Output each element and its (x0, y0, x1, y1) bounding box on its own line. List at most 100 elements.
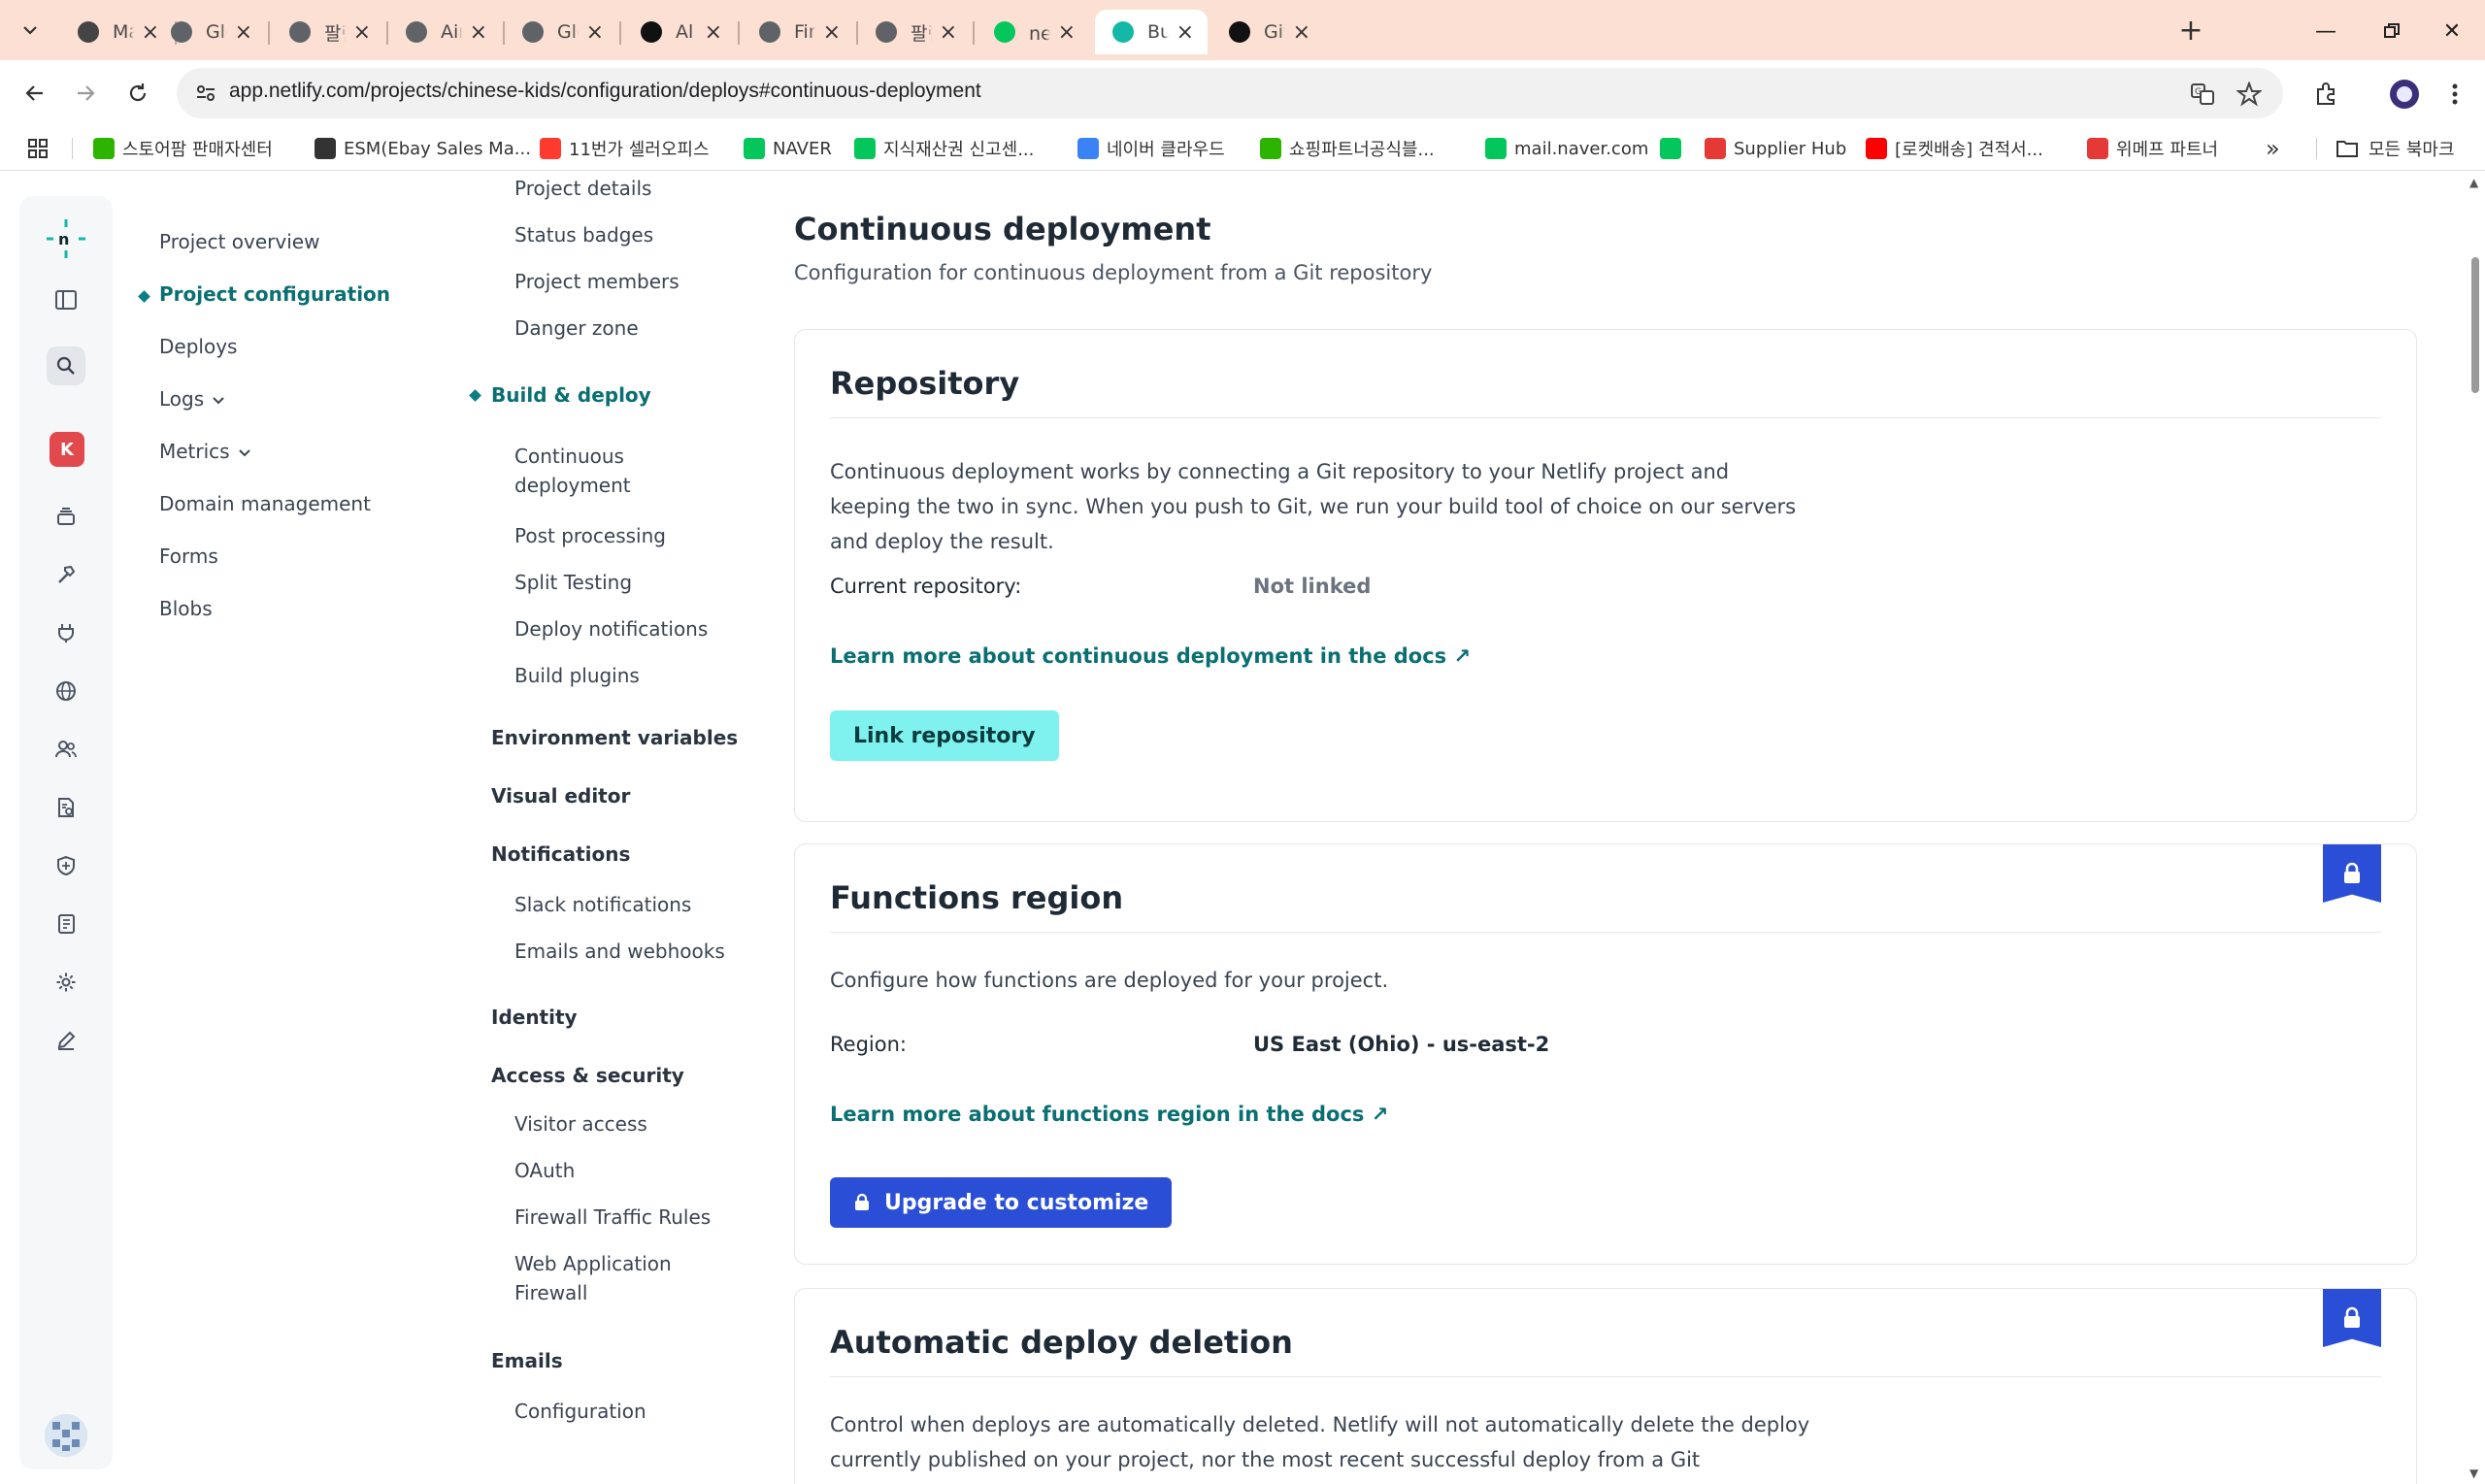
config-nav-item[interactable]: Danger zone (514, 313, 639, 343)
config-nav-section-build-deploy[interactable]: Build & deploy (491, 380, 651, 410)
browser-tab[interactable]: 팔란티어 즉 × (858, 10, 971, 54)
bookmark-item[interactable]: [로켓배송] 견적서... (1866, 134, 2043, 163)
page-scrollbar[interactable]: ▲ ▼ (2466, 172, 2485, 1484)
config-nav-section-emails[interactable]: Emails (491, 1346, 563, 1375)
browser-tab[interactable]: Al Jaddaf D × (623, 10, 736, 54)
netlify-logo-icon[interactable]: n (43, 215, 89, 262)
close-tab-icon[interactable]: × (1176, 20, 1194, 45)
minimize-button[interactable]: — (2306, 12, 2345, 50)
bookmark-item[interactable]: 스토어팜 판매자센터 (93, 134, 273, 163)
builds-hammer-icon[interactable] (47, 555, 85, 594)
config-nav-item[interactable]: Split Testing (514, 568, 632, 597)
all-bookmarks-button[interactable]: 모든 북마크 (2336, 134, 2455, 163)
close-tab-icon[interactable]: × (823, 20, 841, 45)
config-nav-item[interactable]: OAuth (514, 1156, 575, 1185)
bookmark-item[interactable]: Supplier Hub (1705, 134, 1846, 163)
edit-pencil-icon[interactable] (47, 1021, 85, 1060)
browser-tab[interactable]: Finance Da × (742, 10, 854, 54)
nav-item[interactable]: Domain management (159, 492, 371, 515)
config-nav-item[interactable]: Build plugins (514, 661, 640, 690)
settings-gear-icon[interactable] (47, 963, 85, 1002)
scroll-up-arrow-icon[interactable]: ▲ (2469, 176, 2478, 189)
config-nav-item[interactable]: Slack notifications (514, 890, 691, 919)
config-nav-section-access-security[interactable]: Access & security (491, 1061, 684, 1090)
site-info-icon[interactable] (192, 80, 219, 107)
apps-grid-icon[interactable] (27, 134, 49, 163)
scroll-down-arrow-icon[interactable]: ▼ (2469, 1467, 2478, 1480)
nav-item[interactable]: Project configuration (159, 282, 390, 306)
config-nav-item[interactable]: Project details (514, 174, 651, 203)
config-nav-item-continuous-deployment[interactable]: Continuous deployment (514, 442, 679, 500)
bookmark-item[interactable]: mail.naver.com (1485, 134, 1648, 163)
browser-tab[interactable]: GitHub Da × (1211, 10, 1324, 54)
config-nav-item-web-application-firewall[interactable]: Web Application Firewall (514, 1249, 728, 1307)
upgrade-to-customize-button[interactable]: Upgrade to customize (830, 1177, 1173, 1228)
sidebar-toggle-icon[interactable] (47, 280, 85, 319)
config-nav-section-visual-editor[interactable]: Visual editor (491, 781, 630, 810)
extensions-icon[interactable] (2310, 78, 2343, 111)
config-nav-item[interactable]: Emails and webhooks (514, 937, 725, 966)
close-tab-icon[interactable]: × (586, 20, 604, 45)
bookmark-item[interactable] (1660, 134, 1689, 163)
config-nav-section-environment-variables[interactable]: Environment variables (491, 723, 738, 752)
browser-tab[interactable]: netlify : 네 × (977, 10, 1089, 54)
close-tab-icon[interactable]: × (353, 20, 371, 45)
config-nav-item[interactable]: Post processing (514, 521, 666, 550)
config-nav-item[interactable]: Status badges (514, 220, 653, 249)
reload-button[interactable] (116, 72, 159, 115)
nav-item[interactable]: Blobs (159, 597, 213, 620)
nav-item[interactable]: Forms (159, 544, 218, 568)
restore-button[interactable] (2372, 12, 2411, 50)
user-avatar[interactable] (45, 1414, 87, 1457)
close-tab-icon[interactable]: × (470, 20, 487, 45)
integrations-plug-icon[interactable] (47, 613, 85, 652)
members-users-icon[interactable] (47, 730, 85, 769)
close-tab-icon[interactable]: × (705, 20, 722, 45)
team-avatar[interactable]: K (50, 432, 84, 467)
bookmark-item[interactable]: 위메프 파트너 (2087, 134, 2218, 163)
config-nav-item[interactable]: Firewall Traffic Rules (514, 1203, 711, 1232)
address-bar[interactable]: app.netlify.com/projects/chinese-kids/co… (177, 68, 2283, 118)
docs-book-icon[interactable] (47, 905, 85, 943)
back-button[interactable] (14, 72, 56, 115)
browser-tab[interactable]: Global Dial × (505, 10, 617, 54)
nav-item[interactable]: Logs (159, 387, 225, 411)
browser-tab[interactable]: Global Tem × (153, 10, 266, 54)
profile-avatar[interactable] (2388, 78, 2421, 111)
bookmark-item[interactable]: 쇼핑파트너공식블... (1260, 134, 1435, 163)
bookmark-item[interactable]: 네이버 클라우드 (1077, 134, 1225, 163)
close-tab-icon[interactable]: × (1058, 20, 1076, 45)
continuous-deployment-docs-link[interactable]: Learn more about continuous deployment i… (830, 644, 1471, 668)
config-nav-item[interactable]: Deploy notifications (514, 614, 708, 643)
translate-icon[interactable]: G (2188, 80, 2217, 109)
search-icon[interactable] (47, 346, 85, 385)
nav-item[interactable]: Metrics (159, 440, 251, 463)
bookmark-star-icon[interactable] (2235, 80, 2264, 109)
browser-tab[interactable]: 팔란티어 즉 × (272, 10, 384, 54)
forward-button[interactable] (64, 72, 107, 115)
close-tab-icon[interactable]: × (235, 20, 252, 45)
config-nav-item[interactable]: Project members (514, 267, 679, 296)
domains-globe-icon[interactable] (47, 672, 85, 710)
config-nav-item[interactable]: Configuration (514, 1397, 646, 1426)
close-tab-icon[interactable]: × (940, 20, 957, 45)
scrollbar-thumb[interactable] (2471, 257, 2479, 393)
config-nav-section-identity[interactable]: Identity (491, 1003, 578, 1032)
nav-item[interactable]: Deploys (159, 335, 237, 358)
bookmark-item[interactable]: NAVER (744, 134, 832, 163)
browser-tab[interactable]: Airo Group × (388, 10, 501, 54)
more-bookmarks-button[interactable]: » (2266, 134, 2280, 163)
browser-tab[interactable]: Build & de × (1095, 10, 1208, 54)
functions-region-docs-link[interactable]: Learn more about functions region in the… (830, 1103, 1388, 1126)
close-tab-icon[interactable]: × (1293, 20, 1310, 45)
tab-search-icon[interactable] (14, 14, 47, 47)
projects-stack-icon[interactable] (47, 497, 85, 536)
new-tab-button[interactable]: + (2174, 14, 2207, 48)
browser-menu-icon[interactable] (2438, 78, 2471, 111)
config-nav-item[interactable]: Visitor access (514, 1109, 647, 1138)
billing-document-icon[interactable] (47, 788, 85, 827)
bookmark-item[interactable]: 지식재산권 신고센... (854, 134, 1034, 163)
link-repository-button[interactable]: Link repository (830, 710, 1059, 761)
nav-item[interactable]: Project overview (159, 230, 319, 253)
config-nav-section-notifications[interactable]: Notifications (491, 840, 630, 869)
